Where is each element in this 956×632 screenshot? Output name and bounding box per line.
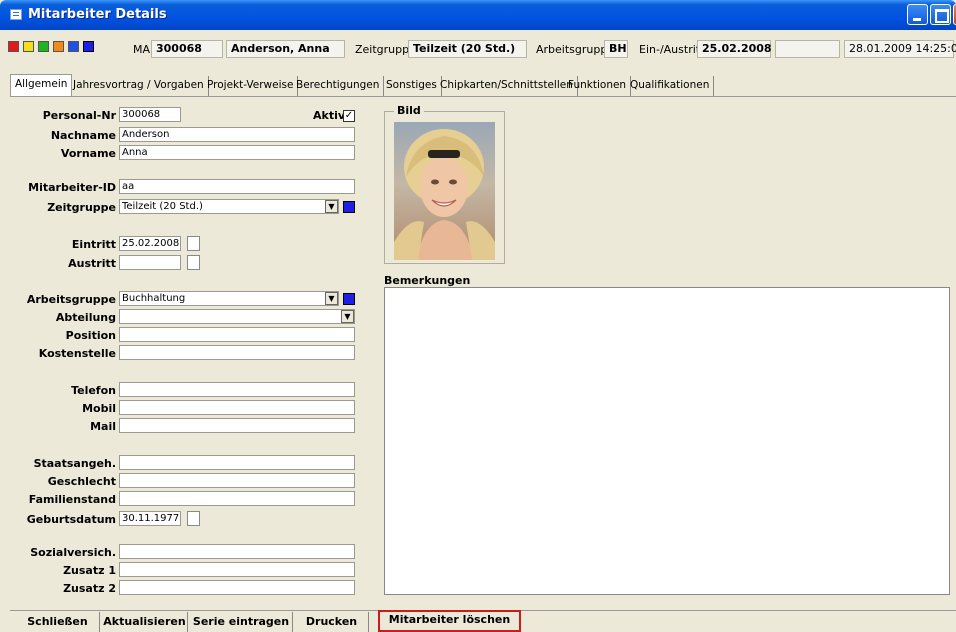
personalnr-label: Personal-Nr bbox=[42, 109, 116, 122]
arbeitsgruppe-select[interactable]: Buchhaltung bbox=[119, 291, 339, 306]
color-swatch-red[interactable] bbox=[8, 41, 19, 52]
arbeitsgruppe-label: Arbeitsgruppe bbox=[26, 293, 116, 306]
eintritt-field[interactable]: 25.02.2008 bbox=[119, 236, 181, 251]
arbeitsgruppe-label: Arbeitsgruppe bbox=[536, 43, 615, 56]
austritt-field[interactable] bbox=[119, 255, 181, 270]
nachname-field[interactable]: Anderson bbox=[119, 127, 355, 142]
tab-qualifikationen[interactable]: Qualifikationen bbox=[626, 76, 715, 96]
familienstand-label: Familienstand bbox=[28, 493, 116, 506]
abteilung-dropdown-icon[interactable]: ▼ bbox=[341, 310, 354, 323]
employee-photo[interactable] bbox=[394, 122, 495, 260]
geburtsdatum-field[interactable]: 30.11.1977 bbox=[119, 511, 181, 526]
color-swatch-orange[interactable] bbox=[53, 41, 64, 52]
zusatz2-field[interactable] bbox=[119, 580, 355, 595]
austritt-label: Austritt bbox=[68, 257, 116, 270]
zeitgruppe-select[interactable]: Teilzeit (20 Std.) bbox=[119, 199, 339, 214]
zeitgruppe-label: Zeitgruppe bbox=[47, 201, 116, 214]
mitarbeiterid-label: Mitarbeiter-ID bbox=[28, 181, 116, 194]
employee-photo-image bbox=[394, 129, 495, 260]
austritt-calendar-button[interactable] bbox=[187, 255, 200, 270]
zusatz2-label: Zusatz 2 bbox=[63, 582, 116, 595]
zusatz1-field[interactable] bbox=[119, 562, 355, 577]
aktiv-label: Aktiv bbox=[313, 109, 346, 122]
kostenstelle-label: Kostenstelle bbox=[38, 347, 116, 360]
zusatz1-label: Zusatz 1 bbox=[63, 564, 116, 577]
mobil-field[interactable] bbox=[119, 400, 355, 415]
sozialversich-label: Sozialversich. bbox=[30, 546, 116, 559]
staatsangeh-label: Staatsangeh. bbox=[33, 457, 116, 470]
name-value: Anderson, Anna bbox=[226, 40, 345, 58]
telefon-label: Telefon bbox=[71, 384, 116, 397]
abteilung-label: Abteilung bbox=[55, 311, 116, 324]
color-swatch-selected[interactable] bbox=[83, 41, 94, 52]
bemerkungen-label: Bemerkungen bbox=[384, 274, 471, 287]
color-swatch-green[interactable] bbox=[38, 41, 49, 52]
personalnr-field[interactable]: 300068 bbox=[119, 107, 181, 122]
drucken-button[interactable]: Drucken bbox=[295, 612, 369, 632]
vorname-label: Vorname bbox=[60, 147, 116, 160]
aktiv-checkbox[interactable]: ✓ bbox=[343, 110, 355, 122]
bild-label: Bild bbox=[394, 104, 424, 117]
tab-sonstiges[interactable]: Sonstiges bbox=[382, 76, 442, 96]
mitarbeiterid-field[interactable]: aa bbox=[119, 179, 355, 194]
zeitgruppe-label: Zeitgruppe bbox=[355, 43, 416, 56]
einaustritt-label: Ein-/Austritt bbox=[639, 43, 705, 56]
einaustritt-value: 25.02.2008 bbox=[697, 40, 772, 58]
info-row: MA 300068 Anderson, Anna Zeitgruppe Teil… bbox=[0, 40, 956, 60]
zeitgruppe-dropdown-icon[interactable]: ▼ bbox=[325, 200, 338, 213]
mail-field[interactable] bbox=[119, 418, 355, 433]
tab-funktionen[interactable]: Funktionen bbox=[564, 76, 632, 96]
kostenstelle-field[interactable] bbox=[119, 345, 355, 360]
abteilung-select[interactable] bbox=[119, 309, 355, 324]
maximize-button[interactable] bbox=[930, 4, 951, 25]
zeitgruppe-value: Teilzeit (20 Std.) bbox=[408, 40, 527, 58]
window-title: Mitarbeiter Details bbox=[28, 7, 167, 22]
color-swatch-blue[interactable] bbox=[68, 41, 79, 52]
geburtsdatum-calendar-button[interactable] bbox=[187, 511, 200, 526]
eintritt-calendar-button[interactable] bbox=[187, 236, 200, 251]
bottom-toolbar: Schließen Aktualisieren Serie eintragen … bbox=[0, 610, 956, 632]
geburtsdatum-label: Geburtsdatum bbox=[26, 513, 116, 526]
schliessen-button[interactable]: Schließen bbox=[16, 612, 100, 632]
arbeitsgruppe-color-icon[interactable] bbox=[343, 293, 355, 305]
mail-label: Mail bbox=[90, 420, 116, 433]
tab-jahresvortrag[interactable]: Jahresvortrag / Vorgaben bbox=[69, 76, 209, 96]
geschlecht-label: Geschlecht bbox=[47, 475, 116, 488]
serie-eintragen-button[interactable]: Serie eintragen bbox=[190, 612, 293, 632]
tab-chipkarten[interactable]: Chipkarten/Schnittstellen bbox=[436, 76, 578, 96]
minimize-button[interactable] bbox=[907, 4, 928, 25]
color-swatch-yellow[interactable] bbox=[23, 41, 34, 52]
austritt-value bbox=[775, 40, 840, 58]
tab-allgemein[interactable]: Allgemein bbox=[10, 74, 73, 96]
vorname-field[interactable]: Anna bbox=[119, 145, 355, 160]
eintritt-label: Eintritt bbox=[71, 238, 116, 251]
ma-label: MA bbox=[133, 43, 151, 56]
app-icon bbox=[10, 9, 22, 20]
tab-berechtigungen[interactable]: Berechtigungen bbox=[292, 76, 385, 96]
familienstand-field[interactable] bbox=[119, 491, 355, 506]
sozialversich-field[interactable] bbox=[119, 544, 355, 559]
tab-projekt-verweise[interactable]: Projekt-Verweise bbox=[203, 76, 299, 96]
title-bar[interactable]: Mitarbeiter Details bbox=[0, 0, 956, 30]
bemerkungen-textarea[interactable] bbox=[384, 287, 950, 595]
timestamp: 28.01.2009 14:25:03 bbox=[844, 40, 956, 58]
arbeitsgruppe-value: BH bbox=[604, 40, 628, 58]
telefon-field[interactable] bbox=[119, 382, 355, 397]
mobil-label: Mobil bbox=[82, 402, 116, 415]
zeitgruppe-color-icon[interactable] bbox=[343, 201, 355, 213]
staatsangeh-field[interactable] bbox=[119, 455, 355, 470]
nachname-label: Nachname bbox=[50, 129, 116, 142]
geschlecht-field[interactable] bbox=[119, 473, 355, 488]
arbeitsgruppe-dropdown-icon[interactable]: ▼ bbox=[325, 292, 338, 305]
aktualisieren-button[interactable]: Aktualisieren bbox=[102, 612, 188, 632]
mitarbeiter-loeschen-button[interactable]: Mitarbeiter löschen bbox=[378, 610, 521, 632]
ma-value: 300068 bbox=[151, 40, 223, 58]
position-field[interactable] bbox=[119, 327, 355, 342]
position-label: Position bbox=[65, 329, 116, 342]
